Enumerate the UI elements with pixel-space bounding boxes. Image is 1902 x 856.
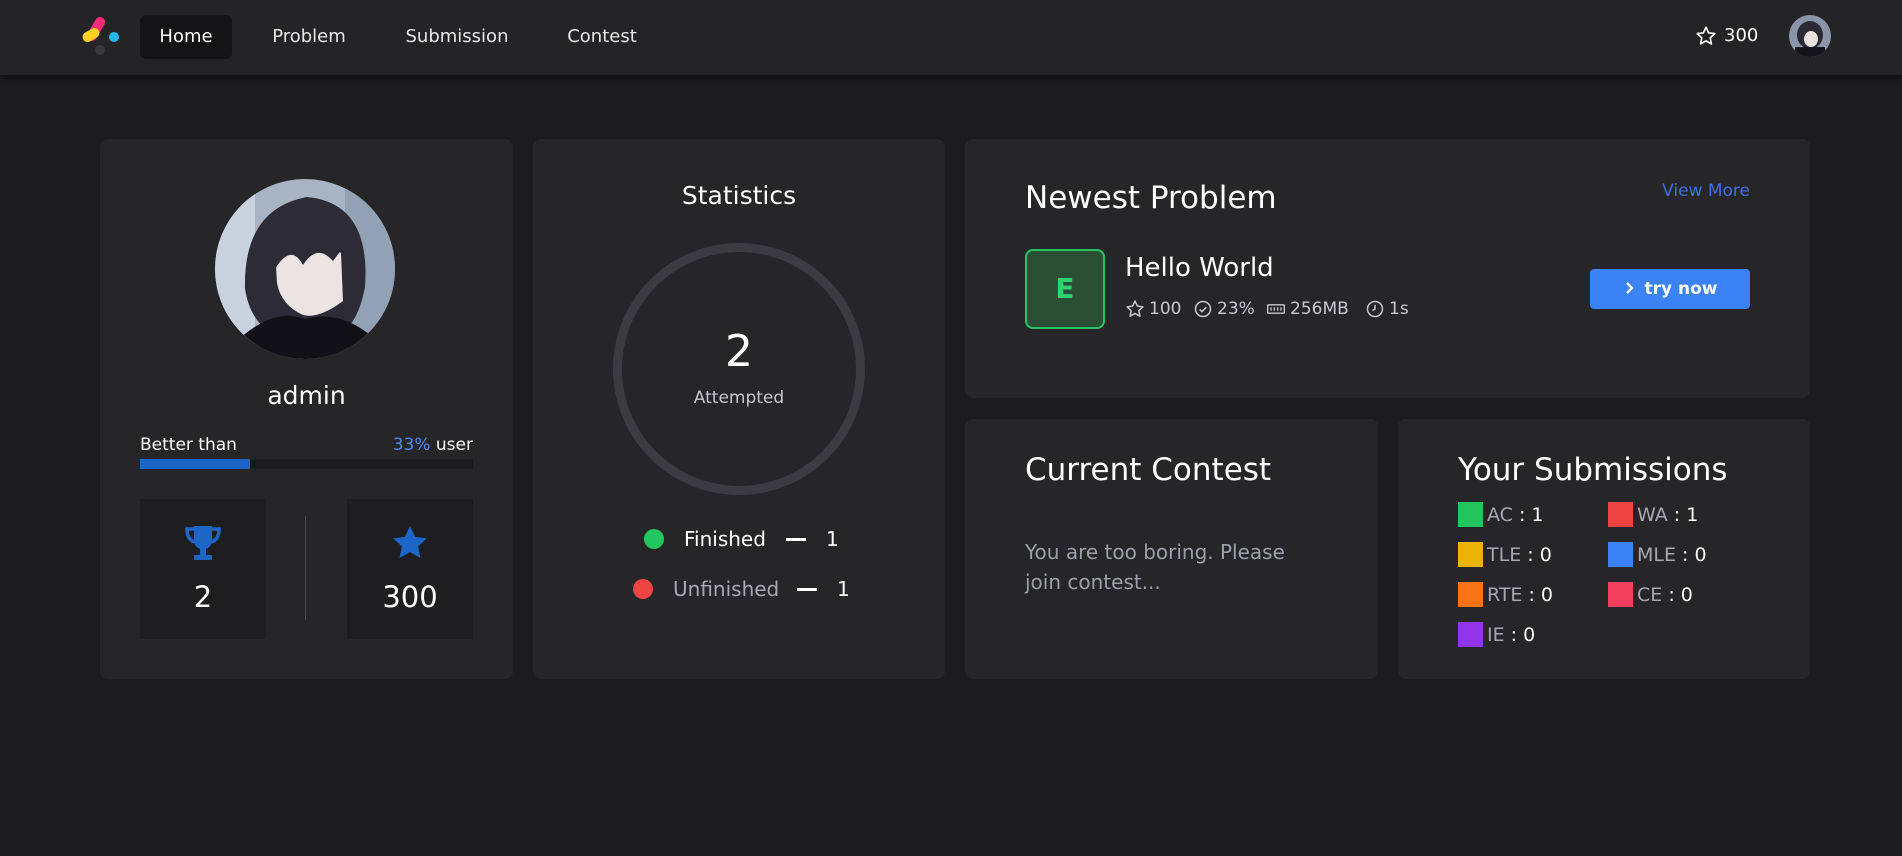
trophy-icon <box>183 523 223 563</box>
ac-label: AC <box>1487 504 1513 526</box>
try-now-button[interactable]: try now <box>1590 269 1750 309</box>
user-avatar[interactable] <box>1789 15 1831 57</box>
submissions-title: Your Submissions <box>1458 452 1728 488</box>
better-than-label: Better than <box>140 435 237 455</box>
rank-progress-fill <box>140 459 250 469</box>
chevron-right-icon <box>1625 282 1634 294</box>
finished-dot <box>644 529 664 549</box>
star-solid-icon <box>390 523 430 563</box>
current-contest-card: Current Contest You are too boring. Plea… <box>965 419 1378 679</box>
view-more-link[interactable]: View More <box>1662 179 1750 203</box>
user-points: 300 <box>1724 25 1759 46</box>
unfinished-label: Unfinished <box>673 577 780 601</box>
finished-label: Finished <box>684 527 766 551</box>
rank-progress-bar <box>140 459 473 469</box>
ie-value: : 0 <box>1510 624 1536 646</box>
ac-value: : 1 <box>1518 504 1544 526</box>
ce-swatch <box>1608 582 1633 607</box>
try-now-label: try now <box>1644 279 1718 299</box>
rte-label: RTE <box>1487 584 1523 606</box>
problem-memory: 256MB <box>1290 299 1349 319</box>
tle-swatch <box>1458 542 1483 567</box>
newest-problem-title: Newest Problem <box>1025 180 1277 216</box>
nav-problem[interactable]: Problem <box>258 15 360 59</box>
better-than-value: 33% user <box>393 433 473 457</box>
trophy-stat: 2 <box>140 499 266 639</box>
current-contest-title: Current Contest <box>1025 452 1272 488</box>
memory-icon <box>1266 299 1286 319</box>
problem-points: 100 <box>1149 299 1182 319</box>
profile-username: admin <box>267 381 346 410</box>
rte-swatch <box>1458 582 1483 607</box>
problem-acceptance: 23% <box>1217 299 1255 319</box>
wa-value: : 1 <box>1673 504 1699 526</box>
ce-label: CE <box>1637 584 1663 606</box>
wa-label: WA <box>1637 504 1668 526</box>
app-logo[interactable] <box>78 15 122 57</box>
nav-home[interactable]: Home <box>140 15 232 59</box>
unfinished-count: 1 <box>837 577 850 601</box>
check-circle-icon <box>1193 299 1213 319</box>
ie-label: IE <box>1487 624 1505 646</box>
contest-message: You are too boring. Please join contest.… <box>1025 540 1285 594</box>
tle-label: TLE <box>1487 544 1522 566</box>
newest-problem-card: Newest Problem View More E Hello World 1… <box>965 139 1810 398</box>
stat-divider <box>305 516 306 620</box>
star-stat: 300 <box>347 499 473 639</box>
profile-card: admin Better than 33% user 2 300 <box>100 139 513 679</box>
star-count: 300 <box>382 580 438 614</box>
attempted-count: 2 <box>725 326 753 377</box>
finished-count: 1 <box>826 527 839 551</box>
unfinished-dot <box>633 579 653 599</box>
trophy-count: 2 <box>193 580 213 614</box>
clock-icon <box>1365 299 1385 319</box>
unfinished-dash <box>797 588 817 591</box>
wa-swatch <box>1608 502 1633 527</box>
ac-swatch <box>1458 502 1483 527</box>
submissions-card: Your Submissions AC : 1 WA : 1 TLE : 0 M… <box>1398 419 1810 679</box>
nav-submission[interactable]: Submission <box>393 15 521 59</box>
ce-value: : 0 <box>1668 584 1693 606</box>
tle-value: : 0 <box>1527 544 1552 566</box>
better-than-percent: 33% <box>392 435 431 455</box>
star-icon <box>1125 299 1145 319</box>
problem-time: 1s <box>1389 299 1409 319</box>
rte-value: : 0 <box>1528 584 1554 606</box>
better-than-suffix: user <box>435 435 473 455</box>
problem-name[interactable]: Hello World <box>1125 251 1274 285</box>
top-navbar: Home Problem Submission Contest 300 <box>0 0 1902 76</box>
profile-avatar <box>215 179 395 359</box>
statistics-title: Statistics <box>681 181 797 210</box>
star-icon <box>1695 25 1717 47</box>
attempted-label: Attempted <box>693 388 785 408</box>
finished-dash <box>786 538 806 541</box>
statistics-card: Statistics 2 Attempted Finished 1 Unfini… <box>533 139 945 679</box>
mle-label: MLE <box>1637 544 1676 566</box>
ie-swatch <box>1458 622 1483 647</box>
mle-value: : 0 <box>1682 544 1707 566</box>
nav-contest[interactable]: Contest <box>554 15 650 59</box>
mle-swatch <box>1608 542 1633 567</box>
difficulty-badge: E <box>1025 249 1105 329</box>
